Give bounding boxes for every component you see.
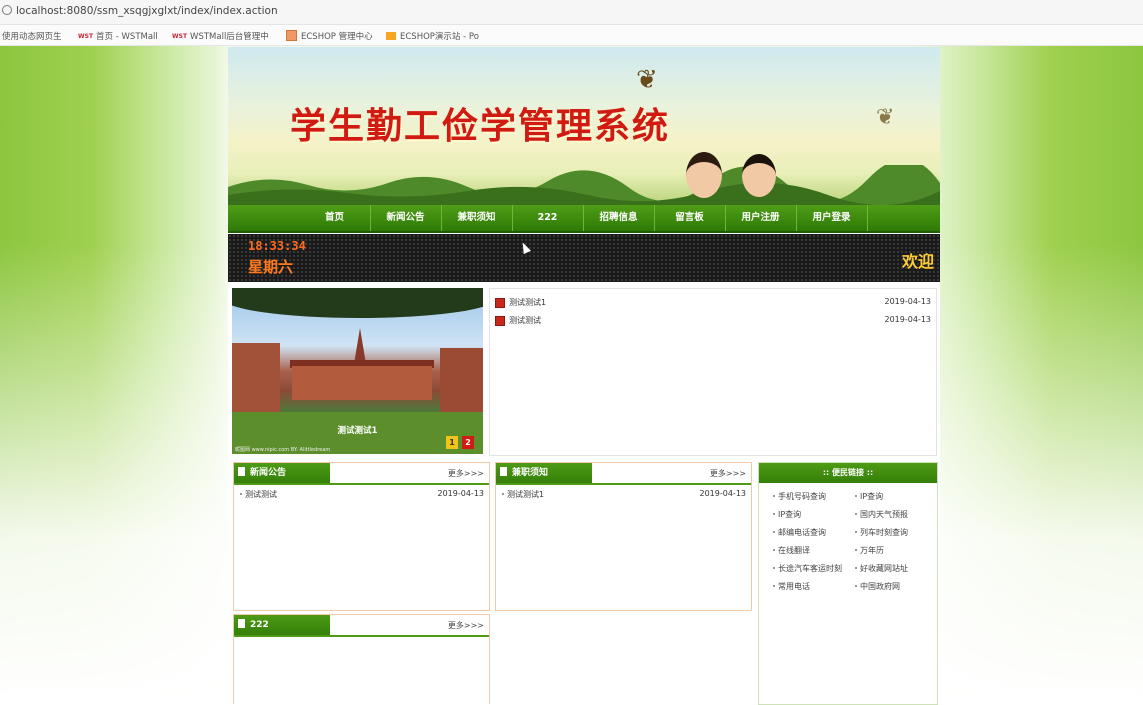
news-more-link[interactable]: 更多>>> bbox=[448, 468, 484, 479]
welcome-text: 欢迎 bbox=[901, 252, 934, 271]
hills-graphic bbox=[228, 165, 940, 205]
clock-bar: 18:33:34 星期六 欢迎 bbox=[228, 234, 940, 282]
news-box-title: 新闻公告 bbox=[234, 463, 330, 483]
link-bus[interactable]: 长途汽车客运时刻 bbox=[773, 563, 842, 574]
address-bar[interactable]: localhost:8080/ssm_xsqgjxglxt/index/inde… bbox=[0, 0, 1143, 25]
bookmark-4[interactable]: ECSHOP 管理中心 bbox=[286, 30, 373, 42]
link-ip-lookup[interactable]: IP查询 bbox=[855, 491, 883, 502]
table-row[interactable]: 测试测试1 2019-04-13 bbox=[502, 489, 746, 501]
link-weather[interactable]: 国内天气预报 bbox=[855, 509, 908, 520]
link-train[interactable]: 列车时刻查询 bbox=[855, 527, 908, 538]
news-flag-icon bbox=[495, 298, 505, 308]
cart-icon bbox=[386, 32, 396, 40]
link-phone-numbers[interactable]: 常用电话 bbox=[773, 581, 810, 592]
box-222-more-link[interactable]: 更多>>> bbox=[448, 620, 484, 631]
site-title: 学生勤工俭学管理系统 bbox=[290, 105, 671, 147]
wst-icon: WST bbox=[78, 33, 94, 40]
document-icon bbox=[238, 467, 245, 476]
list-item[interactable]: 测试测试1 2019-04-13 bbox=[495, 296, 931, 310]
nav-recruit[interactable]: 招聘信息 bbox=[583, 205, 655, 231]
jobs-box-title: 兼职须知 bbox=[496, 463, 592, 483]
bookmarks-bar: 使用动态网页生 WST 首页 - WSTMall WST WSTMall后台管理中 … bbox=[0, 25, 1143, 46]
slide-page-1[interactable]: 1 bbox=[446, 436, 458, 449]
news-box: 新闻公告 更多>>> 测试测试 2019-04-13 bbox=[233, 462, 490, 611]
bookmark-3[interactable]: WST WSTMall后台管理中 bbox=[172, 30, 269, 42]
nav-register[interactable]: 用户注册 bbox=[725, 205, 797, 231]
kid-girl-image bbox=[686, 152, 722, 198]
main-container: ❦ ❦ 学生勤工俭学管理系统 首页 新闻公告 兼职须知 222 招聘信息 留言板… bbox=[228, 47, 940, 705]
box-222: 222 更多>>> bbox=[233, 614, 490, 704]
link-translate[interactable]: 在线翻译 bbox=[773, 545, 810, 556]
nav-news[interactable]: 新闻公告 bbox=[370, 205, 442, 231]
bookmark-5[interactable]: ECSHOP演示站 - Po bbox=[386, 30, 479, 42]
link-calendar[interactable]: 万年历 bbox=[855, 545, 884, 556]
wst-icon: WST bbox=[172, 33, 188, 40]
slide-caption[interactable]: 测试测试1 bbox=[232, 424, 483, 436]
document-icon bbox=[238, 619, 245, 628]
info-icon bbox=[2, 5, 12, 15]
ecshop-icon bbox=[286, 30, 297, 41]
bookmark-2[interactable]: WST 首页 - WSTMall bbox=[78, 30, 158, 42]
nav-guestbook[interactable]: 留言板 bbox=[654, 205, 726, 231]
box-222-title: 222 bbox=[234, 615, 330, 635]
header-banner: ❦ ❦ 学生勤工俭学管理系统 bbox=[228, 47, 940, 205]
clock-time: 18:33:34 bbox=[248, 239, 306, 253]
news-list: 测试测试1 2019-04-13 测试测试 2019-04-13 bbox=[489, 288, 937, 456]
nav-222[interactable]: 222 bbox=[512, 205, 584, 231]
tree-canopy bbox=[232, 288, 483, 318]
jobs-more-link[interactable]: 更多>>> bbox=[710, 468, 746, 479]
nav-parttime[interactable]: 兼职须知 bbox=[441, 205, 513, 231]
nav-login[interactable]: 用户登录 bbox=[796, 205, 868, 231]
link-ip-lookup-2[interactable]: IP查询 bbox=[773, 509, 801, 520]
document-icon bbox=[500, 467, 507, 476]
table-row[interactable]: 测试测试 2019-04-13 bbox=[240, 489, 484, 501]
news-flag-icon bbox=[495, 316, 505, 326]
bookmark-1[interactable]: 使用动态网页生 bbox=[2, 30, 62, 42]
main-nav: 首页 新闻公告 兼职须知 222 招聘信息 留言板 用户注册 用户登录 bbox=[228, 205, 940, 233]
url-text[interactable]: localhost:8080/ssm_xsqgjxglxt/index/inde… bbox=[16, 5, 278, 17]
link-favorites[interactable]: 好收藏网站址 bbox=[855, 563, 908, 574]
kid-boy-image bbox=[742, 154, 776, 197]
link-phone-lookup[interactable]: 手机号码查询 bbox=[773, 491, 826, 502]
clock-weekday: 星期六 bbox=[248, 258, 294, 276]
jobs-box: 兼职须知 更多>>> 测试测试1 2019-04-13 bbox=[495, 462, 752, 611]
link-postcode[interactable]: 邮编电话查询 bbox=[773, 527, 826, 538]
slide-credit: 昵图网 www.nipic.com BY: Alittledream bbox=[235, 447, 331, 453]
link-gov[interactable]: 中国政府网 bbox=[855, 581, 900, 592]
butterfly-icon: ❦ bbox=[636, 65, 658, 95]
list-item[interactable]: 测试测试 2019-04-13 bbox=[495, 314, 931, 328]
convenience-title: :: 便民链接 :: bbox=[759, 463, 937, 483]
nav-home[interactable]: 首页 bbox=[299, 205, 371, 231]
convenience-links: :: 便民链接 :: 手机号码查询 IP查询 IP查询 国内天气预报 邮编电话查… bbox=[758, 462, 938, 705]
butterfly-icon: ❦ bbox=[876, 105, 895, 130]
slide-page-2[interactable]: 2 bbox=[462, 436, 474, 449]
image-slideshow[interactable]: 测试测试1 昵图网 www.nipic.com BY: Alittledream… bbox=[232, 288, 483, 454]
